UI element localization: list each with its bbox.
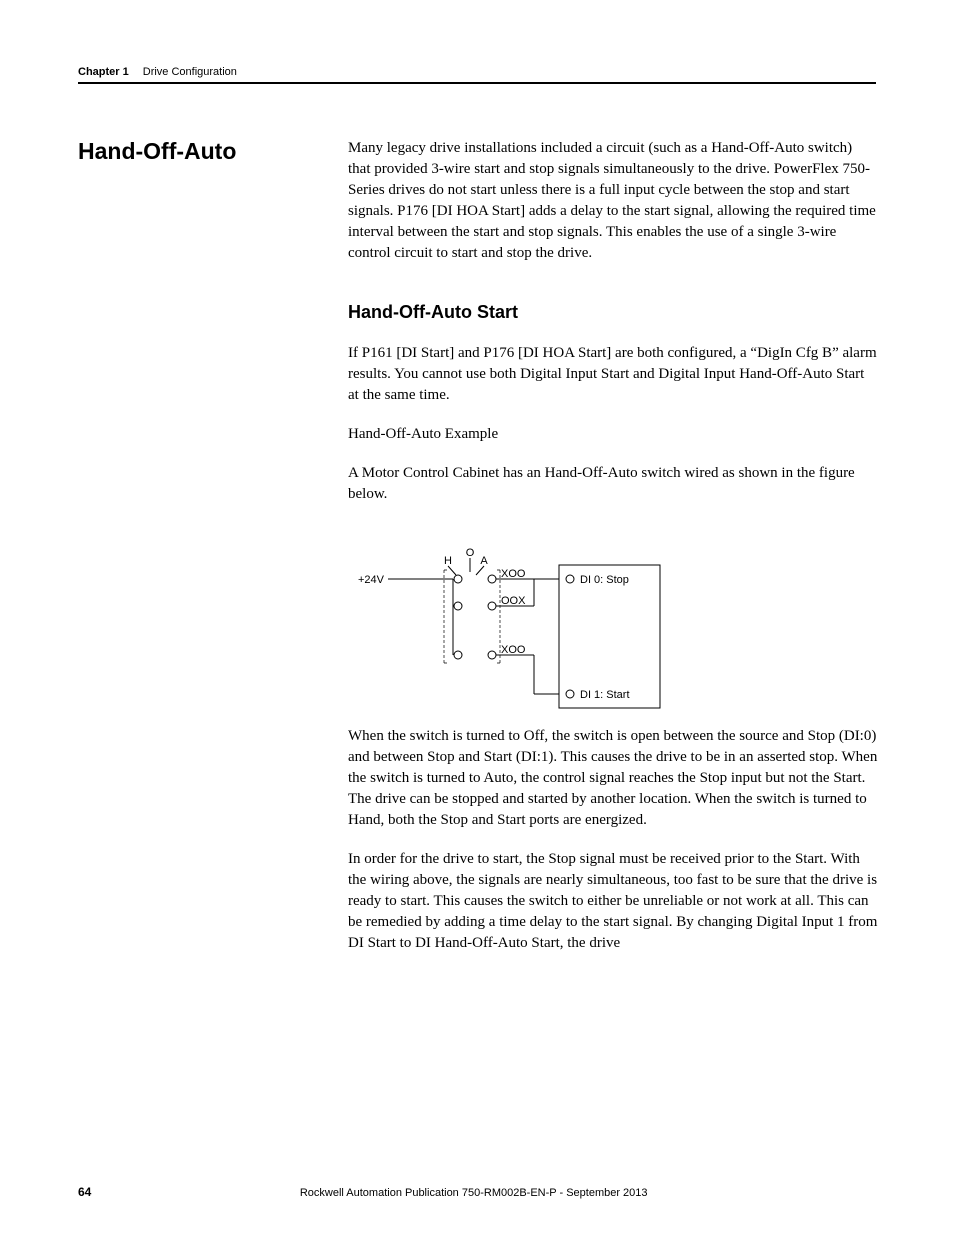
label-24v: +24V [358, 574, 385, 586]
page-footer: 64 Rockwell Automation Publication 750-R… [78, 1185, 876, 1199]
chapter-label: Chapter 1 [78, 66, 129, 78]
label-a: A [480, 555, 488, 567]
chapter-title: Drive Configuration [143, 66, 237, 78]
di1-label: DI 1: Start [580, 689, 630, 701]
subsection-block: Hand-Off-Auto Start If P161 [DI Start] a… [348, 302, 878, 523]
label-h: H [444, 555, 452, 567]
page-number: 64 [78, 1185, 91, 1199]
cabinet-paragraph: A Motor Control Cabinet has an Hand-Off-… [348, 463, 878, 505]
xoo-row1: XOO [501, 568, 526, 580]
page-header: Chapter 1 Drive Configuration [78, 66, 876, 84]
alarm-paragraph: If P161 [DI Start] and P176 [DI HOA Star… [348, 343, 878, 406]
intro-block: Many legacy drive installations included… [348, 138, 878, 282]
after-diagram-block: When the switch is turned to Off, the sw… [348, 726, 878, 972]
intro-paragraph: Many legacy drive installations included… [348, 138, 878, 264]
oox-row2: OOX [501, 595, 526, 607]
publication-info: Rockwell Automation Publication 750-RM00… [300, 1187, 648, 1199]
di0-label: DI 0: Stop [580, 574, 629, 586]
xoo-row3: XOO [501, 644, 526, 656]
start-timing-paragraph: In order for the drive to start, the Sto… [348, 849, 878, 954]
switch-off-paragraph: When the switch is turned to Off, the sw… [348, 726, 878, 831]
label-o: O [466, 548, 475, 559]
subheading: Hand-Off-Auto Start [348, 302, 878, 323]
section-title: Hand-Off-Auto [78, 138, 236, 165]
header-line: Chapter 1 Drive Configuration [78, 66, 876, 84]
example-label: Hand-Off-Auto Example [348, 424, 878, 445]
wiring-diagram: +24V H O A XOO OOX XOO [348, 548, 878, 716]
